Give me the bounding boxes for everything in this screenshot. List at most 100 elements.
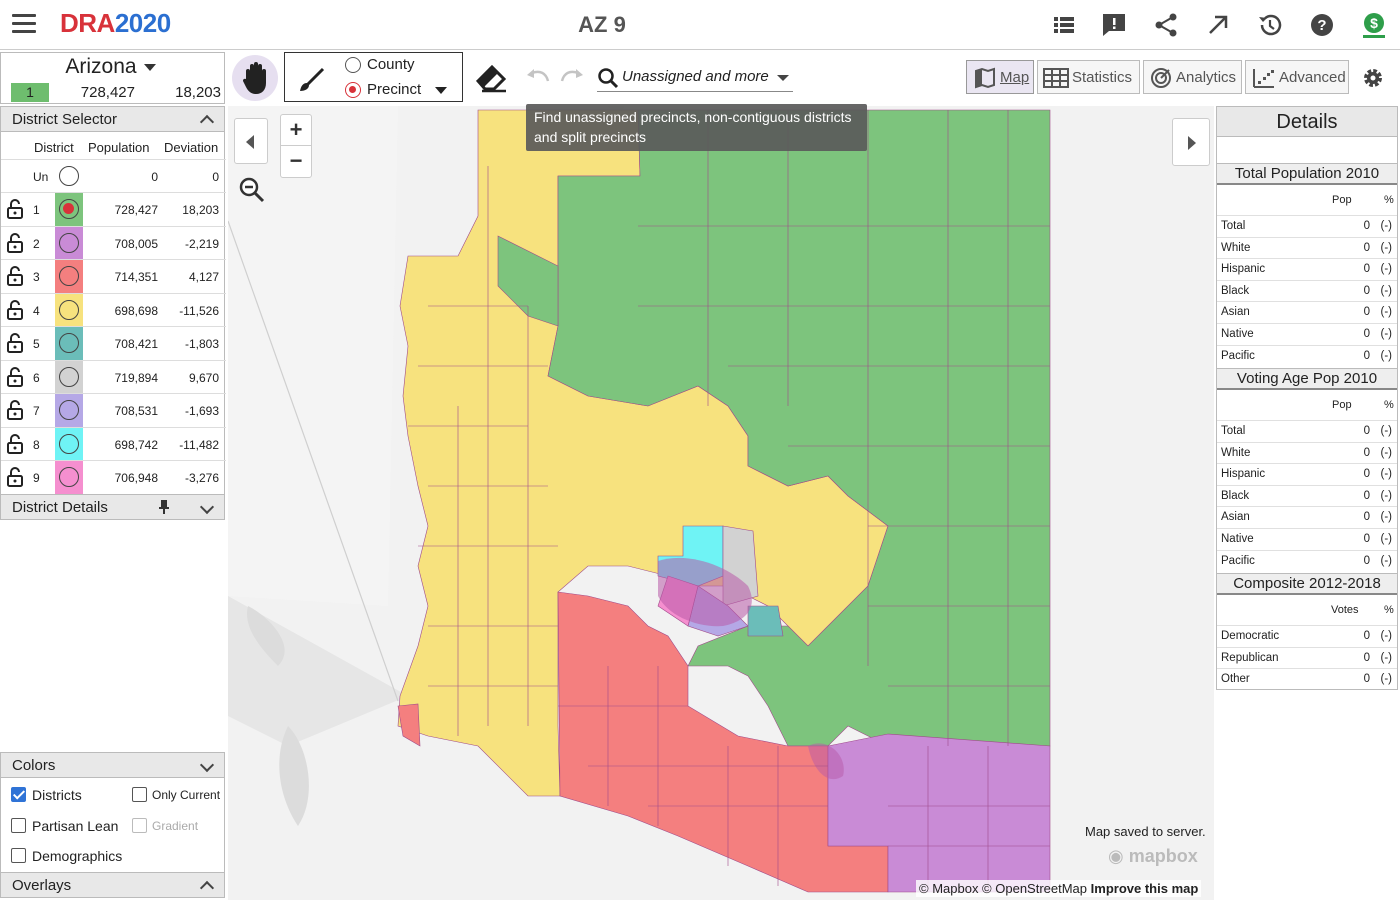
chevron-down-icon[interactable] [435, 87, 447, 94]
chevron-up-icon[interactable] [199, 114, 215, 130]
county-radio[interactable] [345, 57, 361, 73]
pin-icon[interactable] [157, 499, 171, 515]
district-row-unassigned[interactable]: Un 0 0 [1, 159, 226, 192]
details-row-value: 0 [1363, 554, 1370, 567]
zoom-out-button[interactable]: − [281, 147, 311, 178]
demographics-checkbox[interactable] [11, 848, 26, 863]
gradient-checkbox[interactable] [132, 818, 147, 833]
unlock-icon[interactable] [7, 366, 23, 387]
district-row-7[interactable]: 7 708,531 -1,693 [1, 393, 226, 427]
donate-icon[interactable]: $ [1360, 11, 1388, 39]
menu-icon[interactable] [12, 14, 36, 36]
map-title: AZ 9 [578, 12, 626, 37]
overlays-title: Overlays [12, 877, 72, 894]
district-deviation: -11,526 [179, 303, 219, 318]
col-pct: % [1384, 604, 1394, 616]
district-row-8[interactable]: 8 698,742 -11,482 [1, 426, 226, 461]
district-radio[interactable] [59, 333, 79, 353]
details-row-value: 0 [1363, 349, 1370, 362]
share-icon[interactable] [1152, 11, 1180, 39]
eraser-icon[interactable] [474, 61, 510, 93]
details-row-value: 0 [1363, 511, 1370, 524]
district-details-header[interactable]: District Details [0, 494, 225, 520]
details-row-pacific: Pacific 0 (-) [1216, 549, 1398, 572]
gear-icon[interactable] [1361, 66, 1385, 90]
district-row-5[interactable]: 5 708,421 -1,803 [1, 326, 226, 360]
district-deviation: 18,203 [182, 203, 219, 217]
improve-map-link[interactable]: Improve this map [1091, 881, 1199, 896]
district-radio[interactable] [59, 266, 79, 286]
details-row-other: Other 0 (-) [1216, 668, 1398, 690]
map-canvas[interactable]: + − Map saved to server. ◉ mapbox © Mapb… [228, 106, 1214, 900]
col-pct: % [1384, 399, 1394, 411]
unlock-icon[interactable] [7, 333, 23, 353]
partisan-lean-checkbox[interactable] [11, 818, 26, 833]
state-name: Arizona [65, 55, 137, 78]
unlock-icon[interactable] [7, 199, 23, 219]
details-row-value: 0 [1363, 328, 1370, 340]
unlock-icon[interactable] [7, 433, 23, 454]
chevron-down-icon[interactable] [777, 75, 789, 81]
details-row-label: Black [1221, 489, 1250, 502]
district-radio[interactable] [59, 232, 79, 253]
district-row-9[interactable]: 9 706,948 -3,276 [1, 460, 226, 494]
undo-icon[interactable] [524, 67, 550, 87]
chevron-up-icon[interactable] [199, 880, 215, 896]
state-selector[interactable]: Arizona 1 728,427 18,203 [0, 52, 225, 104]
district-radio[interactable] [59, 400, 79, 420]
open-external-icon[interactable] [1204, 11, 1232, 39]
chevron-down-icon[interactable] [199, 499, 215, 515]
colors-header[interactable]: Colors [0, 752, 225, 778]
unlock-icon[interactable] [7, 467, 23, 487]
chevron-down-icon[interactable] [199, 757, 215, 773]
attribution-text[interactable]: © Mapbox © OpenStreetMap [919, 881, 1087, 896]
district-radio[interactable] [59, 366, 79, 387]
paintbrush-icon[interactable] [297, 65, 327, 93]
district-radio[interactable] [59, 433, 79, 454]
district-row-2[interactable]: 2 708,005 -2,219 [1, 225, 226, 260]
overlays-header[interactable]: Overlays [0, 872, 225, 898]
chevron-down-icon[interactable] [144, 64, 156, 71]
help-icon[interactable]: ? [1308, 11, 1336, 39]
district-row-3[interactable]: 3 714,351 4,127 [1, 259, 226, 293]
district-row-4[interactable]: 4 698,698 -11,526 [1, 292, 226, 327]
district-deviation: -3,276 [184, 471, 219, 485]
list-icon[interactable] [1050, 11, 1078, 39]
history-icon[interactable] [1256, 11, 1284, 39]
redo-icon[interactable] [560, 67, 586, 87]
zoom-out-search-icon[interactable] [238, 176, 266, 204]
collapse-left-button[interactable] [234, 118, 268, 164]
district-row-6[interactable]: 6 719,894 9,670 [1, 359, 226, 394]
unlock-icon[interactable] [7, 299, 23, 320]
district-radio[interactable] [59, 467, 79, 487]
unlock-icon[interactable] [7, 400, 23, 420]
pan-tool-button[interactable] [232, 55, 278, 101]
collapse-right-button[interactable] [1172, 118, 1210, 166]
district-row-1[interactable]: 1 728,427 18,203 [1, 192, 226, 226]
districts-checkbox[interactable] [11, 787, 26, 802]
partisan-lean-label: Partisan Lean [32, 818, 119, 834]
details-row-label: Hispanic [1221, 263, 1266, 276]
app-logo[interactable]: DRA2020 [60, 8, 171, 39]
tab-map[interactable]: Map [966, 60, 1034, 94]
district-5-shape [747, 605, 784, 637]
district-radio[interactable] [59, 166, 79, 186]
zoom-in-button[interactable]: + [281, 115, 311, 146]
tab-analytics[interactable]: Analytics [1143, 60, 1242, 94]
unlock-icon[interactable] [7, 266, 23, 286]
tab-advanced[interactable]: Advanced [1245, 60, 1349, 94]
district-radio[interactable] [59, 199, 79, 219]
search-icon [598, 68, 619, 89]
details-row-hispanic: Hispanic 0 (-) [1216, 463, 1398, 485]
tab-statistics[interactable]: Statistics [1037, 60, 1140, 94]
feedback-icon[interactable] [1100, 11, 1128, 39]
only-current-checkbox[interactable] [132, 787, 147, 802]
precinct-radio[interactable] [345, 82, 361, 98]
district-radio[interactable] [59, 299, 79, 320]
unassigned-search[interactable]: Unassigned and more [597, 66, 793, 92]
unlock-icon[interactable] [7, 232, 23, 253]
mapbox-logo-icon: ◉ [1108, 846, 1124, 866]
district-selector-header[interactable]: District Selector [0, 106, 225, 132]
district-map[interactable] [228, 106, 1214, 900]
mapbox-logo[interactable]: ◉ mapbox [1108, 846, 1198, 867]
